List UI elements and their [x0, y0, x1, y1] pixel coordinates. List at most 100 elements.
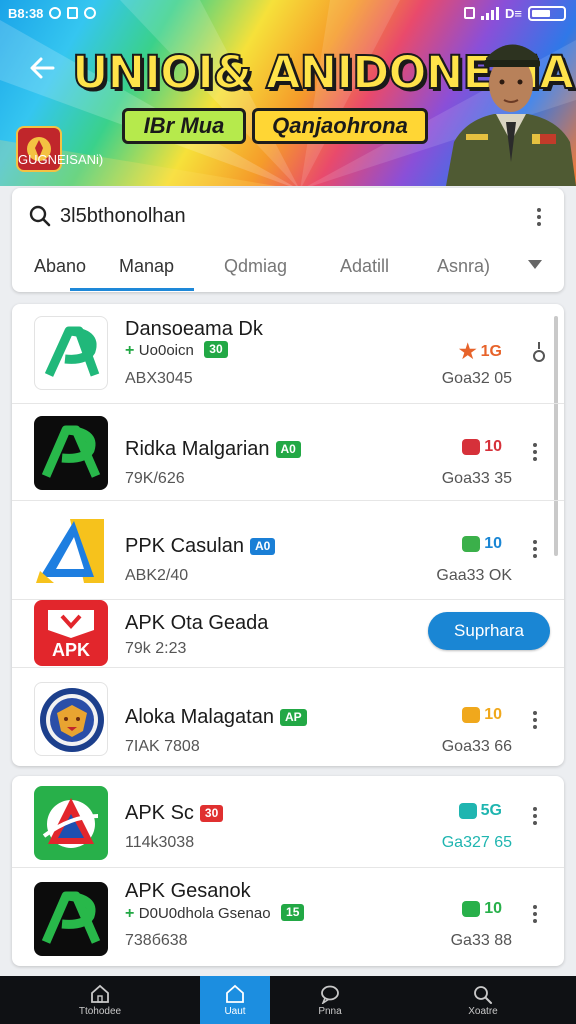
app-downloads: ABK2/40 — [125, 567, 189, 584]
list-item[interactable]: APK Sc 30 114k3038 5G Ga327 65 — [12, 776, 564, 868]
verified-icon: + — [125, 905, 135, 922]
more-options-icon[interactable] — [524, 438, 546, 466]
app-size: Goa33 66 — [441, 738, 512, 755]
app-name: APK Gesanok — [125, 880, 251, 902]
nav-label: Ttohodee — [78, 1005, 122, 1017]
app-name-line: PPK Casulan A0 — [125, 535, 276, 558]
more-options-icon[interactable] — [524, 900, 546, 928]
app-icon-label: APK — [51, 640, 90, 660]
app-size: Ga33 88 — [450, 932, 512, 949]
list-item[interactable]: PPK Casulan A0 ABK2/40 10 Gaa33 OK — [12, 501, 564, 600]
app-downloads: 114k3038 — [125, 834, 195, 851]
nav-item-apps[interactable]: Uaut — [200, 976, 270, 1024]
app-icon — [34, 682, 108, 756]
list-item[interactable]: APK Gesanok + D0U0dhola Gsenao 15 738б63… — [12, 868, 564, 966]
triangle-logo-icon — [36, 519, 104, 583]
apk-logo-icon — [44, 326, 100, 377]
banner-chip-secondary: Qanjaohrona — [252, 108, 428, 144]
tab-adatill[interactable]: Adatill — [340, 256, 389, 277]
emblem-caption: GUGNEISANi) — [18, 152, 104, 167]
download-icon[interactable] — [532, 340, 546, 366]
tab-abano[interactable]: Abano — [34, 256, 86, 277]
rating-icon — [462, 536, 481, 552]
house-icon — [226, 984, 244, 1003]
nav-item-home[interactable]: Ttohodee — [0, 976, 200, 1024]
app-rating: 10 — [462, 706, 502, 724]
rating-icon — [462, 901, 481, 917]
more-options-icon[interactable] — [524, 535, 546, 563]
apk-logo-icon — [41, 425, 101, 478]
app-rating: ★ 1G — [459, 339, 502, 364]
app-badge: 30 — [199, 805, 224, 822]
rating-icon — [462, 439, 481, 455]
rating-icon — [458, 803, 477, 819]
garuda-seal-icon — [40, 688, 104, 752]
search-bar[interactable]: 3l5bthonolhan — [12, 188, 564, 244]
app-developer: Uo0oicn — [138, 342, 194, 359]
rating-value: 10 — [484, 438, 502, 455]
rating-value: 1G — [480, 342, 502, 360]
chevron-down-icon[interactable] — [528, 260, 542, 269]
status-network-text: D≡ — [505, 5, 522, 21]
chat-bubble-icon — [321, 985, 339, 1004]
app-name: APK Ota Geada — [125, 612, 269, 634]
tab-asnra[interactable]: Asnra) — [437, 256, 490, 277]
rating-value: 5G — [480, 802, 502, 819]
status-bar: B8:38 D≡ — [8, 4, 566, 22]
app-downloads: 738б638 — [125, 932, 188, 949]
app-developer-line: + Uo0oicn 30 — [125, 341, 228, 360]
app-rating: 10 — [462, 900, 502, 918]
app-name: APK Sc — [125, 802, 194, 824]
app-badge: 30 — [204, 341, 228, 358]
app-developer: D0U0dhola Gsenao — [138, 905, 271, 922]
app-badge: 15 — [281, 904, 305, 921]
tab-qdmiag[interactable]: Qdmiag — [224, 256, 287, 277]
rating-value: 10 — [484, 535, 502, 552]
app-icon: APK — [34, 600, 108, 666]
nav-label: Pnna — [318, 1005, 342, 1017]
header-banner: B8:38 D≡ UNIOI& ANIDONESIAN IBr Mua Qanj… — [0, 0, 576, 186]
home-icon — [91, 984, 109, 1003]
app-icon — [34, 416, 108, 490]
app-rating: 5G — [458, 802, 502, 820]
app-size: Gaa33 OK — [436, 567, 512, 584]
banner-chip-primary: IBr Mua — [122, 108, 246, 144]
bottom-navigation: Ttohodee Uaut Pnna Xoatre — [0, 976, 576, 1024]
search-icon — [29, 205, 51, 227]
app-downloads: ABX3045 — [125, 370, 193, 387]
search-input[interactable]: 3l5bthonolhan — [60, 205, 186, 228]
app-badge: AP — [279, 709, 307, 726]
nav-item-search[interactable]: Xoatre — [390, 976, 576, 1024]
list-item[interactable]: Aloka Malagatan AP 7IAK 7808 10 Goa33 66 — [12, 668, 564, 766]
app-downloads: 79K/626 — [125, 470, 185, 487]
back-button[interactable] — [22, 48, 62, 88]
app-list-card-secondary: APK Sc 30 114k3038 5G Ga327 65 APK Gesano… — [12, 776, 564, 966]
app-icon — [34, 882, 108, 956]
active-tab-indicator — [70, 288, 194, 291]
more-options-icon[interactable] — [524, 706, 546, 734]
list-item[interactable]: Dansoeama Dk + Uo0oicn 30 ABX3045 ★ 1G G… — [12, 304, 564, 404]
rating-icon — [462, 707, 481, 723]
more-options-icon[interactable] — [524, 802, 546, 830]
nav-item-chat[interactable]: Pnna — [270, 976, 390, 1024]
search-more-icon[interactable] — [528, 203, 550, 231]
app-downloads: 79k 2:23 — [125, 640, 187, 657]
install-button[interactable]: Suprhara — [428, 612, 550, 650]
app-list-card: Dansoeama Dk + Uo0oicn 30 ABX3045 ★ 1G G… — [12, 304, 564, 766]
app-badge: A0 — [275, 441, 301, 458]
app-downloads: 7IAK 7808 — [125, 738, 200, 755]
signal-icon — [481, 6, 500, 20]
tab-manap[interactable]: Manap — [119, 256, 174, 277]
app-icon — [34, 513, 108, 587]
list-item[interactable]: APK APK Ota Geada 79k 2:23 Suprhara — [12, 600, 564, 668]
cast-icon — [464, 7, 476, 19]
whatsapp-icon — [84, 7, 97, 19]
verified-icon: + — [125, 342, 135, 359]
soldier-illustration — [446, 44, 576, 186]
rating-value: 10 — [484, 900, 502, 917]
battery-icon — [528, 5, 566, 21]
list-item[interactable]: Ridka Malgarian A0 79K/626 10 Goa33 35 — [12, 404, 564, 501]
category-tabs: Abano Manap Qdmiag Adatill Asnra) — [12, 246, 564, 292]
app-name: PPK Casulan — [125, 535, 244, 557]
app-badge: A0 — [249, 538, 276, 555]
